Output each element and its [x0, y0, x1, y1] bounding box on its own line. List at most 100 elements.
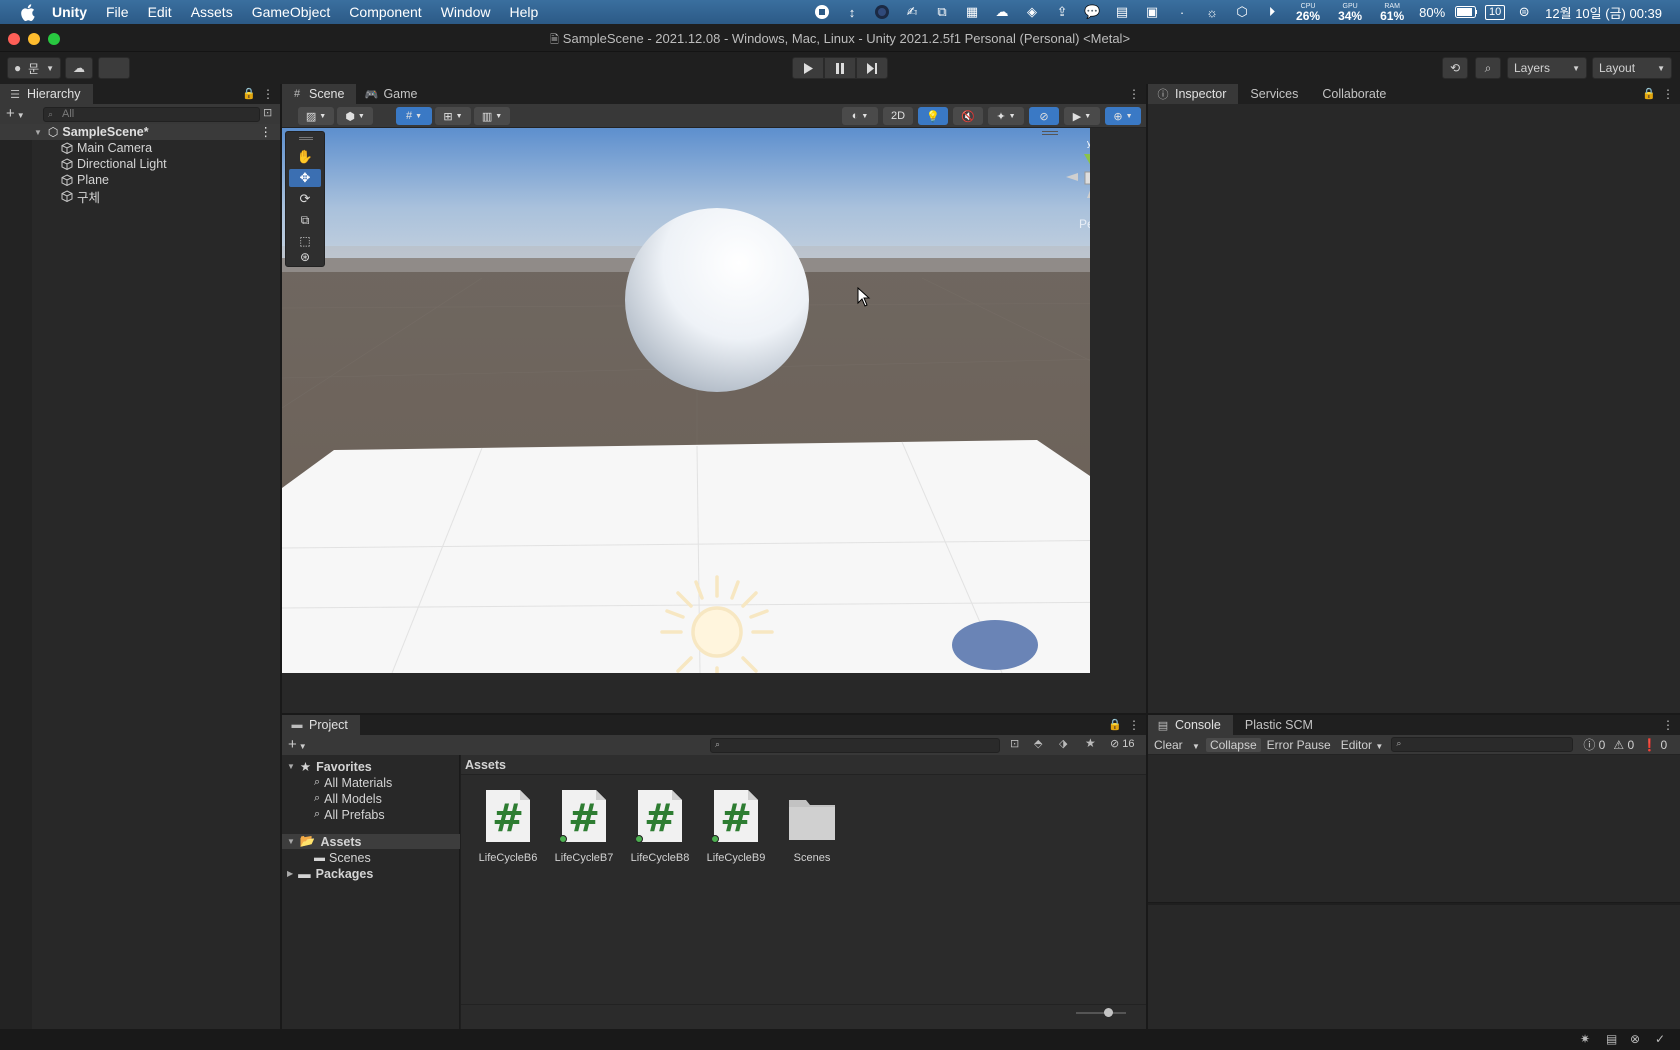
hierarchy-scene-row[interactable]: ▼ ⬡ SampleScene* ⋮	[0, 124, 280, 140]
kebab-menu-icon[interactable]: ⋮	[260, 124, 273, 139]
tab-hierarchy[interactable]: ☰ Hierarchy	[0, 84, 93, 104]
collapse-arrow-icon[interactable]: ▶	[287, 869, 293, 878]
expand-arrow-icon[interactable]: ▼	[287, 762, 295, 771]
cpu-meter[interactable]: CPU 26%	[1296, 3, 1320, 22]
audio-toggle[interactable]: 🔇	[953, 107, 983, 125]
tab-console[interactable]: ▤ Console	[1148, 715, 1233, 735]
label-filter-icon[interactable]: ⬗	[1059, 737, 1067, 750]
asset-script-lifecycleb9[interactable]: # LifeCycleB9	[701, 788, 771, 864]
error-count-toggle[interactable]: ❗ 0	[1638, 738, 1671, 752]
search-button[interactable]: ⌕	[1475, 57, 1501, 79]
apple-icon[interactable]	[18, 3, 36, 21]
collab-button[interactable]	[98, 57, 130, 79]
add-dropdown[interactable]: + ▼	[288, 736, 307, 753]
ram-meter[interactable]: RAM 61%	[1380, 3, 1404, 22]
camera-dropdown[interactable]: ▶ ▼	[1064, 107, 1100, 125]
cloud-button[interactable]: ☁	[65, 57, 93, 79]
favorite-star-icon[interactable]: ★	[1085, 736, 1096, 750]
hand-tool-button[interactable]: ✋	[289, 148, 321, 166]
palette-drag-handle[interactable]	[299, 137, 313, 140]
render-mode-dropdown[interactable]: ⬢ ▼	[337, 107, 373, 125]
tab-services[interactable]: Services	[1238, 84, 1310, 104]
collapse-toggle[interactable]: Collapse	[1205, 737, 1261, 752]
dot-icon[interactable]: ·	[1171, 4, 1193, 20]
shading-mode-dropdown[interactable]: ◐ ▼	[842, 107, 878, 125]
upload-box-icon[interactable]: ⇪	[1051, 4, 1073, 20]
console-log-area[interactable]	[1148, 755, 1680, 903]
scale-tool-button[interactable]: ⧉	[289, 211, 321, 229]
effects-dropdown[interactable]: ✦ ▼	[988, 107, 1024, 125]
tab-project[interactable]: ▬ Project	[282, 715, 360, 735]
visibility-toggle[interactable]: ⊘	[1029, 107, 1059, 125]
lock-icon[interactable]: 🔒	[242, 87, 256, 100]
grid-snap-toggle[interactable]: # ▼	[396, 107, 432, 125]
gpu-meter[interactable]: GPU 34%	[1338, 3, 1362, 22]
assets-folder[interactable]: ▼ 📂 Assets	[282, 834, 460, 849]
record-stop-icon[interactable]	[811, 4, 833, 20]
increment-snap-dropdown[interactable]: ⊞ ▼	[435, 107, 471, 125]
kebab-menu-icon[interactable]: ⋮	[1662, 87, 1674, 101]
hierarchy-item-sphere[interactable]: 구체	[0, 188, 280, 205]
debug-icon[interactable]: ✷	[1580, 1032, 1590, 1046]
hierarchy-item-plane[interactable]: Plane	[0, 172, 280, 188]
menu-help[interactable]: Help	[509, 4, 538, 20]
move-tool-button[interactable]: ✥	[289, 169, 321, 187]
history-button[interactable]: ⟲	[1442, 57, 1468, 79]
kebab-menu-icon[interactable]: ⋮	[1128, 87, 1140, 101]
menu-edit[interactable]: Edit	[148, 4, 172, 20]
status-check-icon[interactable]: ✓	[1655, 1032, 1665, 1046]
step-button[interactable]	[856, 57, 888, 79]
memory-icon[interactable]: ▤	[1111, 4, 1133, 20]
lock-icon[interactable]: 🔒	[1108, 718, 1122, 731]
auto-generate-lighting-icon[interactable]: ⊗	[1630, 1032, 1640, 1046]
kebab-menu-icon[interactable]: ⋮	[1662, 718, 1674, 732]
lock-icon[interactable]: 🔒	[1642, 87, 1656, 100]
layers-dropdown[interactable]: Layers ▼	[1507, 57, 1587, 79]
asset-script-lifecycleb8[interactable]: # LifeCycleB8	[625, 788, 695, 864]
calendar-icon[interactable]: 10	[1485, 4, 1506, 20]
lighting-toggle[interactable]: 💡	[918, 107, 948, 125]
menubar-clock[interactable]: 12월 10일 (금) 00:39	[1545, 3, 1662, 22]
add-dropdown[interactable]: + ▼	[6, 105, 25, 122]
draw-mode-dropdown[interactable]: ▨ ▼	[298, 107, 334, 125]
unity-hub-icon[interactable]: ⬡	[1231, 4, 1253, 20]
pause-button[interactable]	[824, 57, 856, 79]
asset-folder-scenes[interactable]: Scenes	[777, 788, 847, 864]
menu-window[interactable]: Window	[441, 4, 491, 20]
projection-label[interactable]: Persp	[1079, 217, 1090, 231]
menu-component[interactable]: Component	[349, 4, 421, 20]
kebab-menu-icon[interactable]: ⋮	[262, 87, 274, 101]
hidden-packages-toggle[interactable]: ⊘ 16	[1110, 737, 1135, 750]
chat-badge-icon[interactable]: 💬	[1081, 4, 1103, 20]
signature-icon[interactable]: ✍	[901, 4, 923, 20]
tab-inspector[interactable]: ⓘ Inspector	[1148, 84, 1239, 104]
cloud-app-icon[interactable]: ☁	[991, 4, 1013, 20]
hierarchy-search-input[interactable]: ⌕ All	[43, 107, 260, 122]
kebab-menu-icon[interactable]: ⋮	[1128, 718, 1140, 732]
brightness-icon[interactable]: ☼	[1201, 4, 1223, 20]
layout-dropdown[interactable]: Layout ▼	[1592, 57, 1672, 79]
scene-viewport[interactable]: y x 🔒 Persp ✋ ✥ ⟳ ⧉ ⬚ ⊛	[282, 128, 1090, 673]
toggle-2d-button[interactable]: 2D	[883, 107, 913, 125]
search-options-icon[interactable]: ⊡	[263, 106, 272, 119]
menu-file[interactable]: File	[106, 4, 129, 20]
rotate-tool-button[interactable]: ⟳	[289, 190, 321, 208]
layers-stack-icon[interactable]: ◈	[1021, 4, 1043, 20]
slider-thumb[interactable]	[1104, 1008, 1113, 1017]
account-dropdown[interactable]: ● 문 ▼	[7, 57, 61, 79]
log-count-toggle[interactable]: ⓘ 0	[1579, 736, 1609, 753]
tab-scene[interactable]: # Scene	[282, 84, 357, 104]
warning-count-toggle[interactable]: ⚠ 0	[1609, 738, 1638, 752]
hierarchy-item-main-camera[interactable]: Main Camera	[0, 140, 280, 156]
battery-percent[interactable]: 80%	[1419, 5, 1445, 20]
tab-collaborate[interactable]: Collaborate	[1310, 84, 1398, 104]
menu-assets[interactable]: Assets	[191, 4, 233, 20]
dark-circle-icon[interactable]	[871, 4, 893, 20]
filter-type-icon[interactable]: ⬘	[1034, 737, 1042, 750]
error-pause-toggle[interactable]: Error Pause	[1263, 738, 1335, 752]
play-circle-icon[interactable]: ⏵	[1261, 4, 1283, 20]
asset-script-lifecycleb6[interactable]: # LifeCycleB6	[473, 788, 543, 864]
scenes-folder[interactable]: ▬ Scenes	[282, 850, 448, 865]
menu-unity[interactable]: Unity	[52, 4, 87, 20]
vertical-arrows-icon[interactable]: ↕	[841, 4, 863, 20]
